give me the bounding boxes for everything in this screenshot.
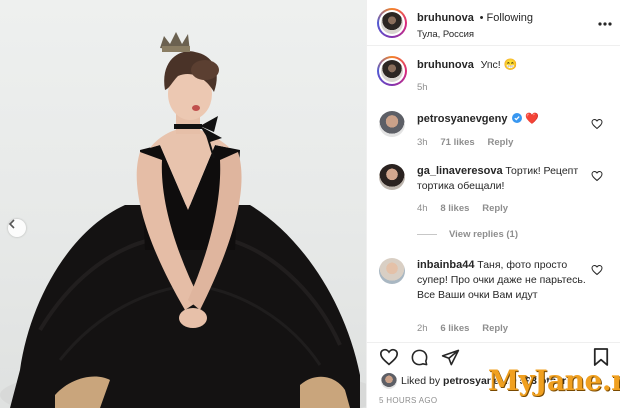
post-photo: [0, 0, 366, 408]
view-replies-line: [417, 234, 437, 235]
caption-username[interactable]: bruhunova: [417, 59, 474, 71]
post-side-panel: bruhunova • Following Тула, Россия bruhu…: [366, 0, 620, 408]
post-location[interactable]: Тула, Россия: [417, 29, 474, 40]
caption-text: Упс!: [480, 59, 501, 71]
carousel-prev-button[interactable]: [8, 219, 26, 237]
share-paper-plane-icon[interactable]: [441, 348, 460, 367]
comment-1-meta: 3h 71 likes Reply: [417, 137, 513, 148]
liked-by-avatar[interactable]: [381, 373, 397, 389]
comment-bubble-icon[interactable]: [410, 348, 429, 367]
comment-like-heart-icon[interactable]: [591, 118, 603, 130]
comment-2: ga_linaveresova Тортик! Рецепт тортика о…: [417, 164, 587, 194]
post-header: bruhunova • Following Тула, Россия: [367, 0, 620, 46]
comment-like-heart-icon[interactable]: [591, 170, 603, 182]
comment-like-heart-icon[interactable]: [591, 264, 603, 276]
view-replies-button[interactable]: View replies (1): [449, 229, 518, 240]
caption-avatar[interactable]: [377, 56, 407, 86]
comment-reply-button[interactable]: Reply: [482, 203, 508, 214]
comment-username[interactable]: ga_linaveresova: [417, 165, 503, 177]
comment-text: ❤️: [525, 113, 539, 125]
verified-badge-icon: [512, 113, 523, 123]
comment-likes[interactable]: 8 likes: [440, 203, 469, 214]
chevron-left-icon: [8, 219, 15, 229]
caption-time[interactable]: 5h: [417, 82, 428, 93]
like-heart-icon[interactable]: [379, 348, 399, 366]
comment-avatar[interactable]: [379, 258, 405, 284]
comment-avatar[interactable]: [379, 164, 405, 190]
comment-2-meta: 4h 8 likes Reply: [417, 203, 508, 214]
comment-time[interactable]: 2h: [417, 323, 428, 334]
caption: bruhunova Упс! 😁: [417, 58, 517, 73]
author-avatar[interactable]: [377, 8, 407, 38]
author-username[interactable]: bruhunova: [417, 12, 474, 24]
watermark-logo: MyJane.ru: [488, 364, 620, 397]
comment-time[interactable]: 3h: [417, 137, 428, 148]
comment-1: petrosyanevgeny ❤️: [417, 112, 539, 125]
follow-status[interactable]: • Following: [480, 12, 533, 24]
comment-time[interactable]: 4h: [417, 203, 428, 214]
comment-username[interactable]: inbainba44: [417, 259, 474, 271]
comment-reply-button[interactable]: Reply: [482, 323, 508, 334]
photo-illustration: [0, 32, 366, 408]
post-timestamp[interactable]: 5 HOURS AGO: [379, 396, 437, 405]
comment-avatar[interactable]: [379, 111, 405, 137]
caption-emoji: 😁: [503, 59, 518, 71]
comment-likes[interactable]: 71 likes: [440, 137, 474, 148]
comment-reply-button[interactable]: Reply: [487, 137, 513, 148]
comment-username[interactable]: petrosyanevgeny: [417, 113, 507, 125]
comment-3: inbainba44 Таня, фото просто супер! Про …: [417, 258, 589, 303]
liked-by-prefix: Liked by: [401, 375, 441, 387]
ellipsis-horizontal-icon[interactable]: [598, 22, 612, 26]
comment-3-meta: 2h 6 likes Reply: [417, 323, 508, 334]
comment-likes[interactable]: 6 likes: [440, 323, 469, 334]
